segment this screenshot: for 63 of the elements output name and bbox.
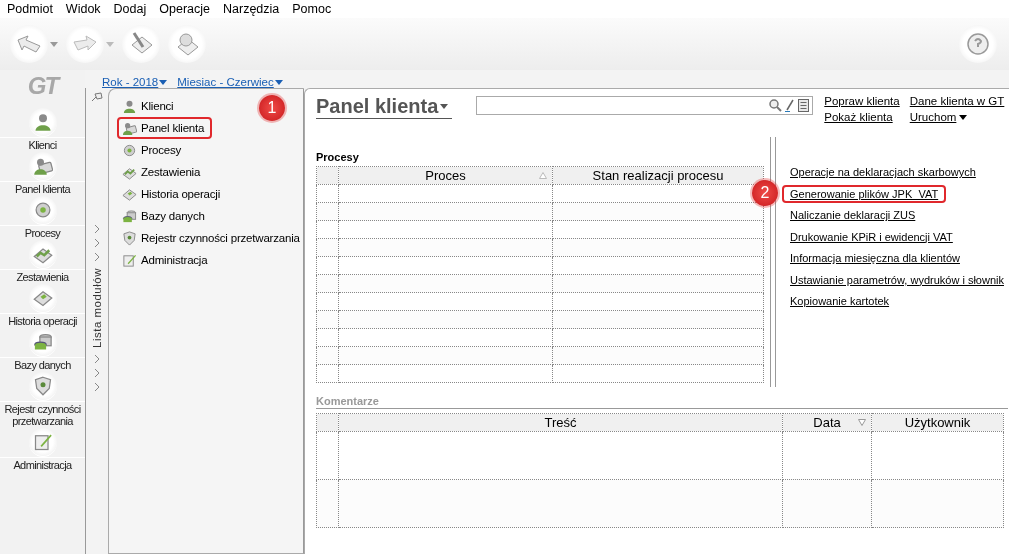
module-item[interactable]: Historia operacji: [117, 183, 229, 205]
column-header[interactable]: Użytkownik: [871, 413, 1004, 432]
search-field[interactable]: [476, 96, 814, 115]
callout-badge: 1: [259, 95, 285, 121]
column-header[interactable]: Data: [782, 413, 872, 432]
database-icon: [32, 332, 53, 352]
module-item[interactable]: Procesy: [117, 139, 190, 161]
logo: GT: [27, 72, 58, 100]
panel-icon: [32, 156, 53, 176]
caret-icon: [159, 79, 168, 85]
menu-item[interactable]: Pomoc: [292, 2, 332, 16]
action-link[interactable]: Naliczanie deklaracji ZUS: [782, 206, 924, 224]
person-icon: [122, 98, 137, 114]
column-header[interactable]: Proces: [338, 166, 553, 185]
caret-icon: [274, 79, 283, 85]
module-item[interactable]: Zestawienia: [117, 161, 209, 183]
header-link[interactable]: Dane klienta w GT: [909, 95, 1005, 107]
caret-icon: [50, 41, 58, 47]
database-icon: [122, 208, 137, 224]
arrow-icon: [16, 34, 42, 54]
panel-icon: [122, 120, 137, 136]
period-dropdown[interactable]: Rok - 2018: [102, 76, 168, 88]
list-icon[interactable]: [798, 99, 810, 112]
action-link[interactable]: Operacje na deklaracjach skarbowych: [782, 163, 984, 181]
caret-icon: [106, 41, 114, 47]
module-item[interactable]: Rejestr czynności przetwarzania: [117, 227, 308, 249]
column-header[interactable]: Treść: [338, 413, 783, 432]
period-dropdown[interactable]: Miesiac - Czerwiec: [177, 76, 283, 88]
menu-item[interactable]: Widok: [65, 2, 101, 16]
action-link[interactable]: Kopiowanie kartotek: [782, 292, 898, 310]
arrow-icon: [72, 34, 98, 54]
action-link[interactable]: Ustawianie parametrów, wydruków i słownik: [782, 270, 1009, 289]
module-item[interactable]: Bazy danych: [117, 205, 213, 227]
module-item[interactable]: Administracja: [117, 249, 216, 271]
search-icon[interactable]: [769, 99, 783, 112]
action-link[interactable]: Informacja miesięczna dla klientów: [782, 249, 968, 267]
section-title: Procesy: [316, 151, 360, 163]
caret-icon: [959, 114, 968, 120]
menu-item[interactable]: Operacje: [159, 2, 210, 16]
header-link[interactable]: Popraw klienta: [824, 95, 900, 107]
sort-icon[interactable]: [858, 419, 866, 426]
action-link[interactable]: Drukowanie KPiR i ewidencji VAT: [782, 227, 961, 246]
action-link[interactable]: Generowanie plików JPK_VAT: [782, 184, 947, 203]
module-item[interactable]: Panel klienta: [117, 117, 213, 139]
section-title: Komentarze: [316, 395, 1008, 409]
shield-icon: [32, 376, 53, 396]
menu-item[interactable]: Narzędzia: [223, 2, 280, 16]
page-title[interactable]: Panel klienta: [316, 95, 453, 119]
caret-icon: [440, 104, 449, 109]
shield-icon: [122, 230, 137, 246]
pin-icon[interactable]: [91, 92, 103, 102]
header-link[interactable]: Pokaż klienta: [824, 111, 900, 123]
callout-badge: 2: [752, 180, 778, 206]
help-icon: [966, 32, 990, 56]
pencil-icon[interactable]: [785, 99, 796, 112]
sort-icon[interactable]: [539, 172, 547, 179]
menu-item[interactable]: Podmiot: [7, 2, 53, 16]
run-dropdown[interactable]: Uruchom: [909, 111, 1005, 123]
panel-title[interactable]: Lista modułów: [91, 268, 103, 348]
module-item[interactable]: Klienci: [117, 95, 182, 117]
menu-item[interactable]: Dodaj: [113, 2, 147, 16]
search-button[interactable]: [168, 25, 206, 63]
column-header[interactable]: Stan realizacji procesu: [552, 166, 764, 185]
